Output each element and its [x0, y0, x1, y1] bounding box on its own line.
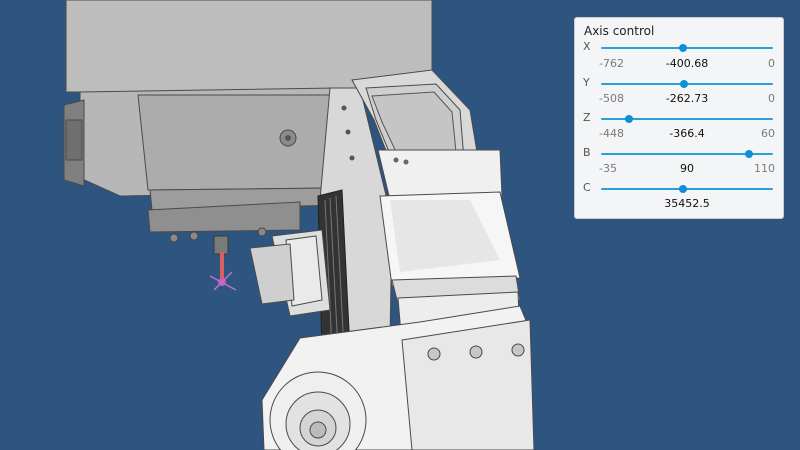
axis-x-label: X — [583, 40, 591, 53]
slider-track — [601, 47, 773, 49]
axis-y-label: Y — [583, 76, 590, 89]
panel-title: Axis control — [584, 24, 655, 38]
axis-y-values: -508 -262.73 0 — [599, 92, 775, 106]
axis-y-value: -262.73 — [665, 92, 709, 105]
axis-b-slider[interactable] — [601, 149, 773, 159]
axis-z-max: 60 — [761, 127, 775, 140]
axis-c-values: 35452.5 — [599, 197, 775, 211]
axis-b-value: 90 — [680, 162, 694, 175]
slider-thumb[interactable] — [680, 80, 689, 88]
axis-x-value: -400.68 — [665, 57, 709, 70]
axis-b-max: 110 — [754, 162, 775, 175]
axis-z-slider[interactable] — [601, 114, 773, 124]
slider-thumb[interactable] — [678, 185, 687, 193]
axis-x-values: -762 -400.68 0 — [599, 57, 775, 71]
slider-thumb[interactable] — [745, 150, 754, 158]
tool-fixture — [169, 227, 331, 317]
slider-track — [601, 188, 773, 190]
axis-c-label: C — [583, 181, 591, 194]
axis-z-value: -366.4 — [669, 127, 705, 140]
axis-y-slider[interactable] — [601, 79, 773, 89]
axis-x-max: 0 — [768, 57, 775, 70]
slider-thumb[interactable] — [624, 115, 633, 123]
axis-b-values: -35 90 110 — [599, 162, 775, 176]
axis-z-label: Z — [583, 111, 591, 124]
axis-y-max: 0 — [768, 92, 775, 105]
axis-control-panel: Axis control X -762 -400.68 0 Y -508 -26… — [574, 17, 784, 219]
axis-c-slider[interactable] — [601, 184, 773, 194]
axis-c-value: 35452.5 — [664, 197, 710, 210]
trunnion-body — [261, 191, 535, 450]
slider-thumb[interactable] — [678, 44, 687, 52]
axis-x-slider[interactable] — [601, 43, 773, 53]
axis-z-values: -448 -366.4 60 — [599, 127, 775, 141]
axis-b-label: B — [583, 146, 591, 159]
